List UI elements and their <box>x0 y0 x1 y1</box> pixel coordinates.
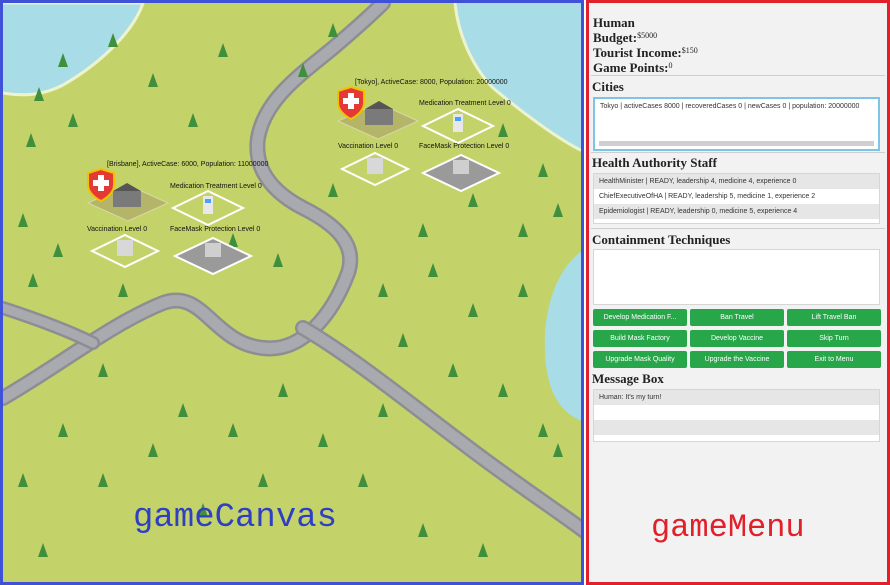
brisbane-facemask-label: FaceMask Protection Level 0 <box>170 226 261 233</box>
staff-list[interactable]: HealthMinister | READY, leadership 4, me… <box>593 173 880 224</box>
staff-row[interactable]: ChiefExecutiveOfHA | READY, leadership 5… <box>594 189 879 204</box>
develop-vaccine-button[interactable]: Develop Vaccine <box>690 330 784 347</box>
cities-title: Cities <box>592 79 624 94</box>
game-points-line: Game Points:0 <box>593 60 673 75</box>
budget-value: $5000 <box>637 31 658 40</box>
develop-medication-button[interactable]: Develop Medication F... <box>593 309 687 326</box>
tokyo-vaccination-label: Vaccination Level 0 <box>338 143 399 150</box>
lake-right <box>544 251 581 421</box>
containment-title: Containment Techniques <box>592 232 731 247</box>
message-box[interactable]: Human: It's my turn! <box>593 389 880 442</box>
containment-list[interactable] <box>593 249 880 305</box>
staff-row[interactable]: HealthMinister | READY, leadership 4, me… <box>594 174 879 189</box>
lake-top-right <box>455 3 581 151</box>
lift-travel-ban-button[interactable]: Lift Travel Ban <box>787 309 881 326</box>
upgrade-vaccine-button[interactable]: Upgrade the Vaccine <box>690 351 784 368</box>
tourist-income-line: Tourist Income:$150 <box>593 45 698 60</box>
staff-title: Health Authority Staff <box>592 155 717 170</box>
ban-travel-button[interactable]: Ban Travel <box>690 309 784 326</box>
tokyo-info-label: [Tokyo], ActiveCase: 8000, Population: 2… <box>355 79 508 86</box>
cities-list[interactable]: Tokyo | activeCases 8000 | recoveredCase… <box>593 97 880 151</box>
city-row[interactable]: Tokyo | activeCases 8000 | recoveredCase… <box>595 99 878 114</box>
message-row-empty <box>594 420 879 435</box>
brisbane-medication-label: Medication Treatment Level 0 <box>170 183 262 190</box>
canvas-caption: gameCanvas <box>133 499 338 537</box>
cities-scrollbar[interactable] <box>599 141 874 146</box>
exit-to-menu-button[interactable]: Exit to Menu <box>787 351 881 368</box>
game-canvas[interactable]: [Brisbane], ActiveCase: 6000, Population… <box>0 0 584 585</box>
menu-caption: gameMenu <box>651 509 805 546</box>
tokyo-facemask-label: FaceMask Protection Level 0 <box>419 143 510 150</box>
tokyo-medication-label: Medication Treatment Level 0 <box>419 100 511 107</box>
player-name: Human <box>593 15 635 30</box>
game-points-value: 0 <box>668 61 673 70</box>
player-info: Human Budget:$5000 Tourist Income:$150 G… <box>593 16 698 74</box>
message-box-title: Message Box <box>592 371 664 386</box>
upgrade-mask-quality-button[interactable]: Upgrade Mask Quality <box>593 351 687 368</box>
skip-turn-button[interactable]: Skip Turn <box>787 330 881 347</box>
brisbane-vaccination-label: Vaccination Level 0 <box>87 226 148 233</box>
build-mask-factory-button[interactable]: Build Mask Factory <box>593 330 687 347</box>
staff-row[interactable]: Epidemiologist | READY, leadership 0, me… <box>594 204 879 219</box>
message-row: Human: It's my turn! <box>594 390 879 405</box>
brisbane-info-label: [Brisbane], ActiveCase: 6000, Population… <box>107 161 269 168</box>
message-row-empty <box>594 405 879 420</box>
game-menu: Human Budget:$5000 Tourist Income:$150 G… <box>586 0 890 585</box>
map-terrain <box>3 3 581 557</box>
lake-top-left <box>3 3 143 95</box>
tourist-income-value: $150 <box>681 46 698 55</box>
budget-line: Budget:$5000 <box>593 30 658 45</box>
